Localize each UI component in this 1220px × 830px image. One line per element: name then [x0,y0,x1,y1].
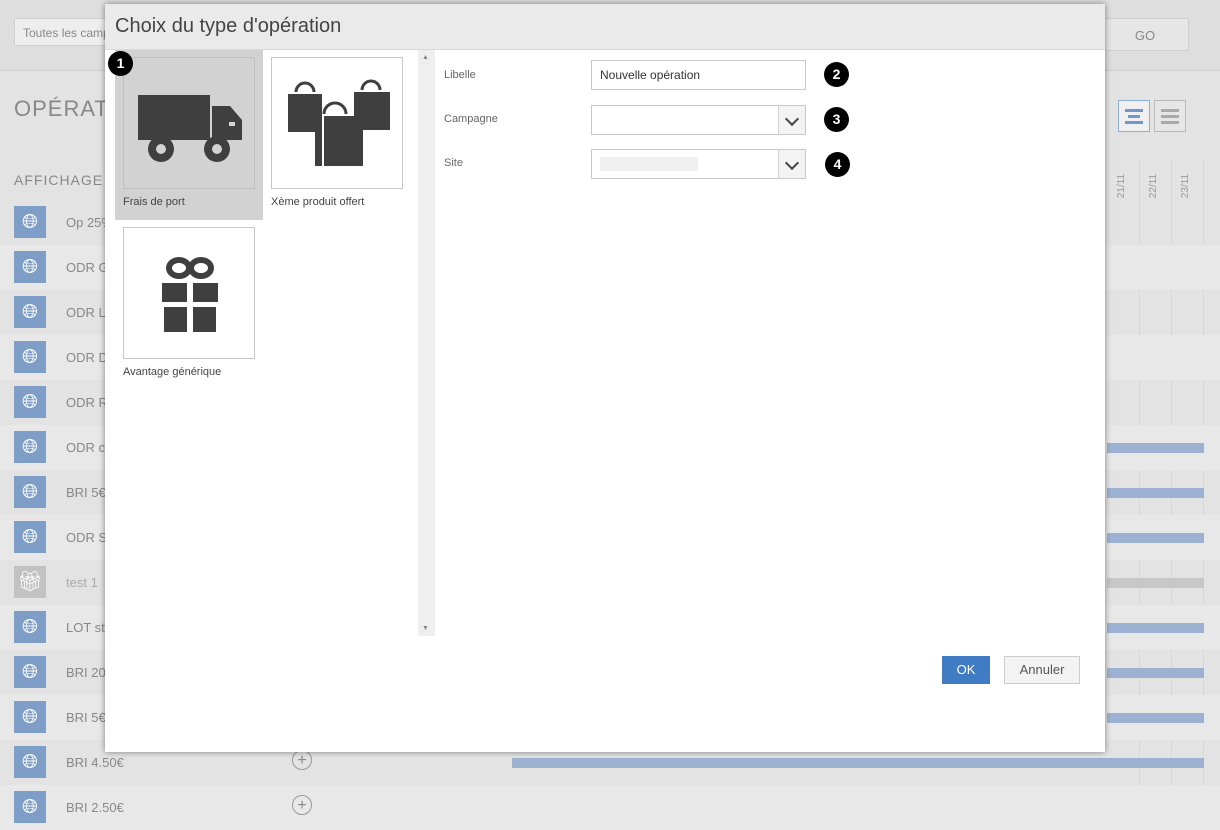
timeline-bar[interactable] [1107,623,1204,633]
globe-icon: 🌐︎ [14,476,46,508]
tile-label: Xème produit offert [271,196,365,208]
scroll-down-icon[interactable]: ▼ [422,625,429,632]
operation-row[interactable]: 🌐︎ BRI 2.50€ + [0,785,1220,830]
add-icon[interactable]: + [292,750,312,770]
chevron-down-icon [784,155,800,171]
site-label: Site [444,157,463,169]
step-badge: 1 [108,51,133,76]
globe-icon: 🌐︎ [14,206,46,238]
go-button[interactable]: GO [1101,18,1189,51]
site-select[interactable] [591,149,806,179]
globe-icon: 🌐︎ [14,611,46,643]
operation-label: BRI 2.50€ [66,800,124,815]
site-dropdown-button[interactable] [778,150,805,178]
tile-frame [271,57,403,189]
tile-xeme-produit-offert[interactable]: Xème produit offert [263,50,411,220]
shopping-bags-icon [288,79,390,166]
libelle-value: Nouvelle opération [600,68,701,82]
tile-frais-de-port[interactable]: Frais de port [115,50,263,220]
timeline-bar[interactable] [1107,443,1204,453]
step-badge: 3 [824,107,849,132]
globe-icon: 🌐︎ [14,296,46,328]
tile-frame [123,57,255,189]
add-icon[interactable]: + [292,795,312,815]
globe-icon: 🌐︎ [14,656,46,688]
timeline-bar[interactable] [1107,488,1204,498]
operation-label: ODR G [66,260,109,275]
campagne-select[interactable] [591,105,806,135]
timeline-bar[interactable] [1107,578,1204,588]
libelle-label: Libelle [444,69,476,81]
globe-icon: 🌐︎ [14,386,46,418]
operation-label: BRI 5€ [66,710,106,725]
tiles-scrollbar[interactable]: ▲ ▼ [418,50,435,636]
globe-icon: 🌐︎ [14,746,46,778]
operation-type-dialog: Choix du type d'opération Frais de port [105,4,1105,752]
globe-icon: 🌐︎ [14,251,46,283]
grid-view-button[interactable] [1154,100,1186,132]
operation-label: BRI 5€ [66,485,106,500]
truck-icon [138,95,242,162]
tile-frame [123,227,255,359]
gift-icon: 🎁︎ [14,566,46,598]
dialog-title: Choix du type d'opération [115,15,342,37]
operation-label: ODR D [66,350,108,365]
step-badge: 4 [825,152,850,177]
operation-label: ODR R [66,395,108,410]
ok-button[interactable]: OK [942,656,990,684]
globe-icon: 🌐︎ [14,791,46,823]
libelle-input[interactable]: Nouvelle opération [591,60,806,90]
operation-label: ODR S [66,530,108,545]
tile-label: Avantage générique [123,366,222,378]
tile-avantage-generique[interactable]: Avantage générique [115,220,263,390]
globe-icon: 🌐︎ [14,431,46,463]
display-label: AFFICHAGE C [14,172,120,188]
timeline-bar[interactable] [1107,668,1204,678]
date-column-header: 22/11 [1148,173,1159,199]
gift-icon [162,257,218,332]
chevron-down-icon [784,111,800,127]
timeline-bar[interactable] [1107,533,1204,543]
gantt-view-button[interactable] [1118,100,1150,132]
dialog-header: Choix du type d'opération [105,4,1105,50]
date-column-header: 23/11 [1180,173,1191,199]
scroll-up-icon[interactable]: ▲ [422,54,429,61]
campagne-dropdown-button[interactable] [778,106,805,134]
timeline-bar[interactable] [1107,713,1204,723]
operation-label: LOT st [66,620,105,635]
operation-label: ODR c [66,440,105,455]
globe-icon: 🌐︎ [14,341,46,373]
tile-label: Frais de port [123,196,185,208]
date-column-header: 21/11 [1116,173,1127,199]
operation-label: test 1 [66,575,98,590]
operation-label: ODR L [66,305,106,320]
globe-icon: 🌐︎ [14,701,46,733]
step-badge: 2 [824,62,849,87]
campagne-label: Campagne [444,113,498,125]
timeline-bar[interactable] [512,758,1204,768]
globe-icon: 🌐︎ [14,521,46,553]
cancel-button[interactable]: Annuler [1004,656,1080,684]
site-value-redacted [600,157,698,171]
